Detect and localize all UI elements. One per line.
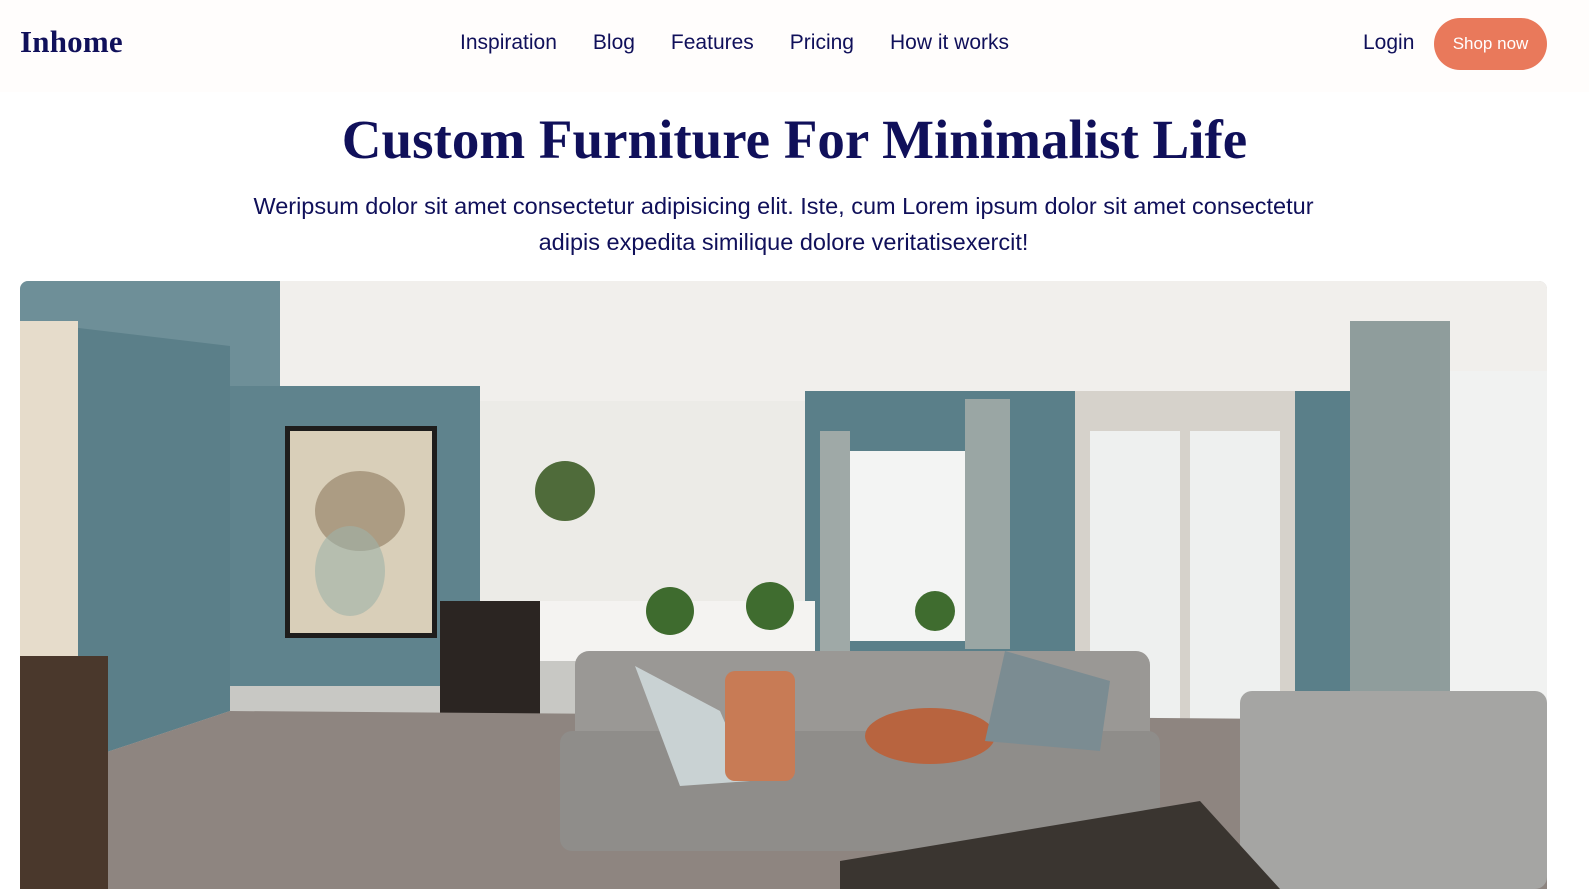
navbar: Inhome Inspiration Blog Features Pricing… [0, 0, 1589, 92]
hero-subtitle: Weripsum dolor sit amet consectetur adip… [253, 193, 1314, 255]
nav-link-inspiration[interactable]: Inspiration [460, 31, 557, 55]
hero-image-living-room [20, 281, 1547, 889]
shop-now-button[interactable]: Shop now [1434, 18, 1547, 70]
hero-title: Custom Furniture For Minimalist Life [341, 109, 1248, 170]
nav-links: Inspiration Blog Features Pricing How it… [460, 31, 1009, 55]
nav-link-blog[interactable]: Blog [593, 31, 635, 55]
nav-link-pricing[interactable]: Pricing [790, 31, 854, 55]
logo[interactable]: Inhome [20, 24, 123, 60]
nav-link-features[interactable]: Features [671, 31, 754, 55]
nav-link-how-it-works[interactable]: How it works [890, 31, 1009, 55]
login-link[interactable]: Login [1363, 31, 1414, 55]
living-room-illustration [20, 281, 1547, 889]
